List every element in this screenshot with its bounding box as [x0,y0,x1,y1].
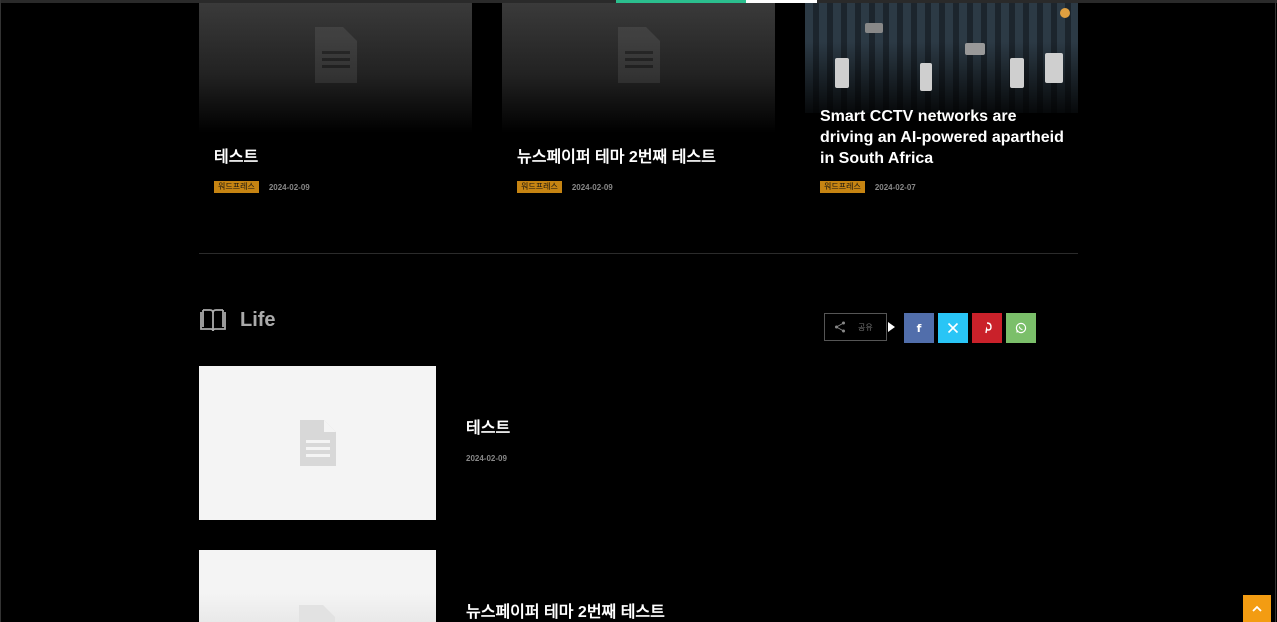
category-badge[interactable]: 워드프레스 [214,181,259,193]
chevron-up-icon [1252,605,1262,612]
list-item-date: 2024-02-09 [466,454,507,463]
share-toggle[interactable]: 공유 [824,313,887,341]
post-date: 2024-02-09 [571,182,613,192]
post-meta: 워드프레스 2024-02-09 [517,181,613,193]
facebook-icon: f [916,321,922,335]
post-meta: 워드프레스 2024-02-07 [820,181,916,193]
facebook-share-button[interactable]: f [904,313,934,343]
post-card-title[interactable]: Smart CCTV networks are driving an AI-po… [820,106,1070,169]
document-placeholder-icon [299,605,335,622]
list-item-thumbnail[interactable] [199,550,436,622]
document-placeholder-icon [617,27,660,83]
photo-detail [1060,8,1070,18]
category-badge[interactable]: 워드프레스 [820,181,865,193]
post-card-thumbnail[interactable] [502,3,775,133]
document-placeholder-icon [314,27,357,83]
book-icon [200,309,226,332]
list-item-title[interactable]: 뉴스페이퍼 테마 2번째 테스트 [466,598,665,622]
post-card-thumbnail[interactable] [199,3,472,133]
post-card-title[interactable]: 뉴스페이퍼 테마 2번째 테스트 [517,147,767,168]
post-card-title[interactable]: 테스트 [214,147,464,168]
left-border [0,0,1,622]
right-border [1275,0,1276,622]
share-label: 공유 [858,322,873,332]
photo-detail [920,63,932,91]
whatsapp-share-button[interactable] [1006,313,1036,343]
post-meta: 워드프레스 2024-02-09 [214,181,310,193]
document-placeholder-icon [299,420,336,466]
x-icon [947,322,959,334]
page: 테스트 워드프레스 2024-02-09 뉴스페이퍼 테마 2번째 테스트 워드… [0,0,1277,622]
share-arrow-icon [888,322,895,332]
photo-detail [965,43,985,55]
photo-detail [1045,53,1063,83]
list-item-title[interactable]: 테스트 [466,414,510,438]
back-to-top-button[interactable] [1243,595,1271,622]
photo-detail [835,58,849,88]
pinterest-share-button[interactable] [972,313,1002,343]
post-date: 2024-02-07 [874,182,916,192]
post-date: 2024-02-09 [268,182,310,192]
photo-detail [865,23,883,33]
pinterest-icon [985,322,992,334]
section-title[interactable]: Life [240,309,276,332]
list-item-thumbnail[interactable] [199,366,436,520]
photo-detail [1010,58,1024,88]
share-icon [835,321,845,333]
section-divider [199,253,1078,254]
post-card-thumbnail[interactable] [805,3,1078,113]
category-badge[interactable]: 워드프레스 [517,181,562,193]
twitter-share-button[interactable] [938,313,968,343]
section-header: Life [199,308,276,332]
whatsapp-icon [1015,322,1027,334]
